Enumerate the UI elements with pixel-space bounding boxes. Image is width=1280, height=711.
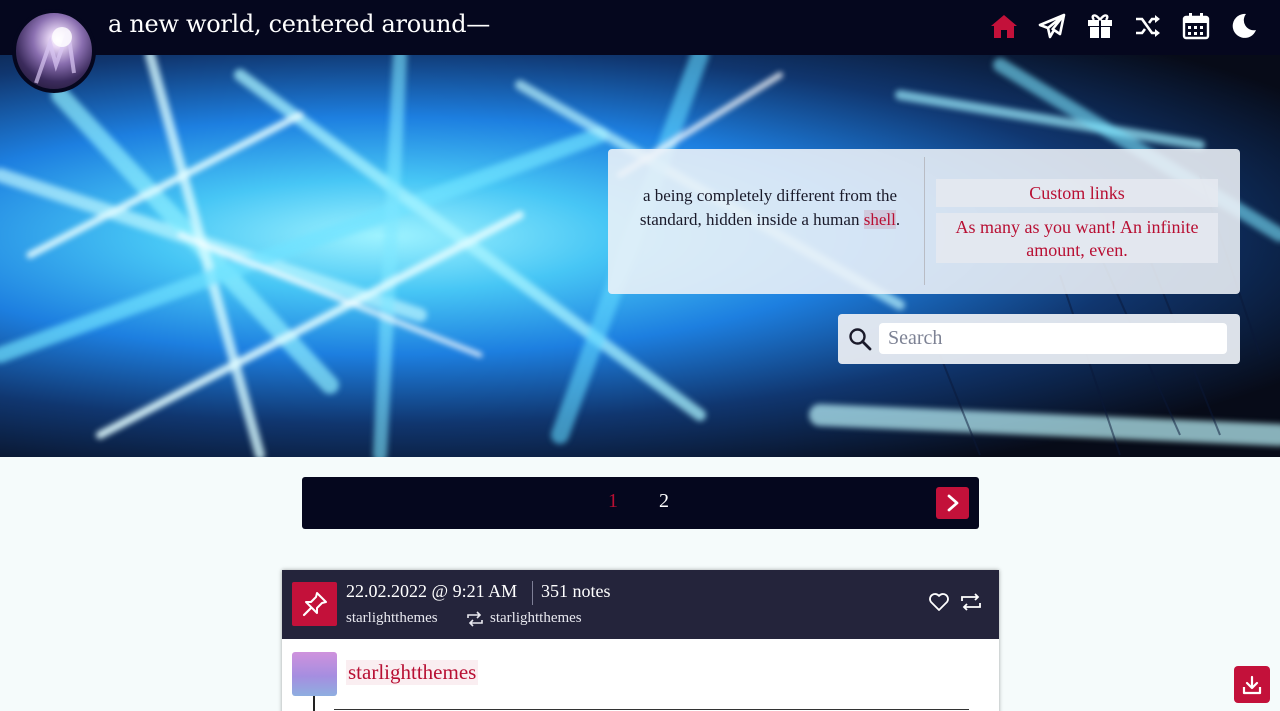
divider: [924, 157, 925, 285]
post-header: 22.02.2022 @ 9:21 AM 351 notes starlight…: [282, 570, 999, 639]
reblog-small-icon: [466, 611, 484, 631]
blog-description: a being completely different from the st…: [626, 184, 914, 232]
blog-avatar[interactable]: [12, 9, 96, 93]
calendar-icon[interactable]: [1182, 12, 1210, 40]
page-link-2[interactable]: 2: [659, 490, 669, 513]
reblogger-name[interactable]: starlightthemes: [346, 610, 438, 627]
description-end: .: [895, 210, 901, 229]
search-box: [838, 314, 1240, 364]
shuffle-icon[interactable]: [1134, 12, 1162, 40]
pin-icon: [292, 582, 337, 626]
post-notes[interactable]: 351 notes: [541, 581, 611, 602]
thread-line: [313, 696, 315, 711]
original-poster-name[interactable]: starlightthemes: [490, 610, 582, 627]
gift-icon[interactable]: [1086, 12, 1114, 40]
post-author-name[interactable]: starlightthemes: [346, 660, 479, 685]
nav-icons: [990, 12, 1258, 40]
moon-icon[interactable]: [1230, 12, 1258, 40]
top-bar: a new world, centered around—: [0, 0, 1280, 55]
reblog-icon[interactable]: [960, 592, 982, 616]
post-divider: [334, 709, 969, 710]
post-date[interactable]: 22.02.2022 @ 9:21 AM: [346, 581, 517, 602]
post: 22.02.2022 @ 9:21 AM 351 notes starlight…: [282, 570, 999, 711]
description-link[interactable]: shell: [863, 210, 896, 229]
download-button[interactable]: [1234, 666, 1270, 703]
search-input[interactable]: [879, 323, 1227, 354]
description-text: a being completely different from the st…: [639, 186, 898, 229]
pagination: 1 2: [302, 477, 979, 529]
custom-links-title[interactable]: Custom links: [936, 179, 1218, 207]
site-title[interactable]: a new world, centered around—: [108, 10, 490, 38]
custom-links-body[interactable]: As many as you want! An infinite amount,…: [936, 213, 1218, 263]
send-icon[interactable]: [1038, 12, 1066, 40]
post-author-avatar[interactable]: [292, 652, 337, 696]
chevron-right-icon: [947, 494, 958, 512]
download-icon: [1242, 675, 1262, 694]
description-box: a being completely different from the st…: [608, 149, 1240, 294]
heart-icon[interactable]: [928, 592, 950, 616]
page-link-1[interactable]: 1: [608, 490, 618, 513]
post-separator: [532, 581, 533, 605]
home-icon[interactable]: [990, 12, 1018, 40]
hero-banner: a being completely different from the st…: [0, 55, 1280, 457]
next-page-button[interactable]: [936, 487, 969, 519]
